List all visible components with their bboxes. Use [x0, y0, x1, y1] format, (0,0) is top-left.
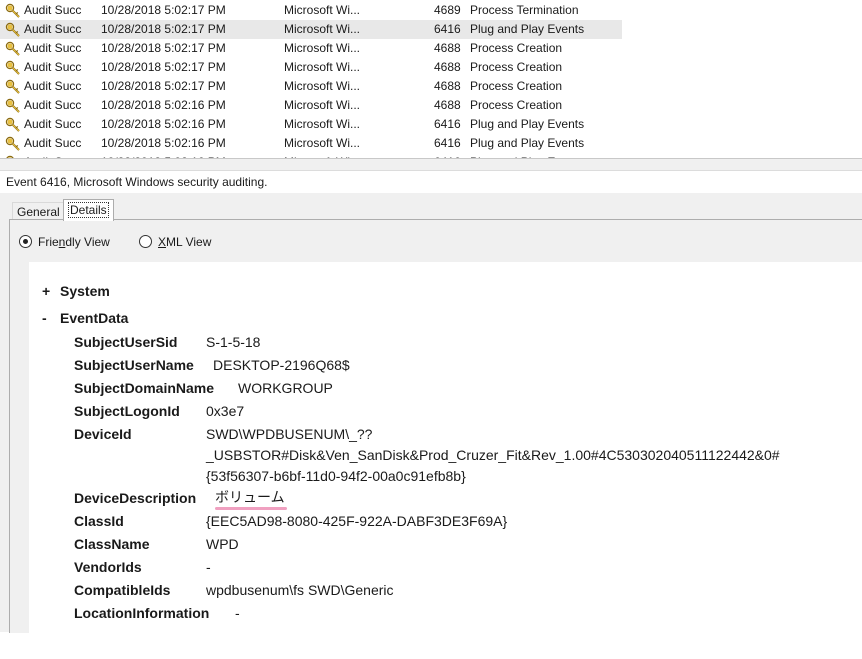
event-id: 4688	[434, 60, 461, 74]
event-task-category: Plug and Play Events	[470, 117, 585, 131]
field-value-subject-domain-name: WORKGROUP	[238, 380, 333, 396]
friendly-view-label: Friendly View	[38, 235, 110, 249]
event-id: 4688	[434, 79, 461, 93]
field-key-device-description: DeviceDescription	[74, 490, 197, 506]
field-value-class-id: {EEC5AD98-8080-425F-922A-DABF3DE3F69A}	[206, 513, 508, 529]
event-id: 6416	[434, 22, 461, 36]
tab-details[interactable]: Details	[63, 199, 114, 221]
event-row[interactable]: Audit Succ 10/28/2018 5:02:17 PM Microsoft…	[0, 58, 622, 77]
event-id: 6416	[434, 136, 461, 150]
tree-node-eventdata[interactable]: - EventData	[42, 310, 128, 326]
field-value-device-description: ボリューム	[215, 489, 285, 505]
event-id: 4689	[434, 3, 461, 17]
event-date: 10/28/2018 5:02:17 PM	[101, 60, 226, 74]
key-icon	[5, 136, 21, 151]
key-icon	[5, 41, 21, 56]
event-keyword: Audit Succ	[24, 22, 82, 36]
event-source: Microsoft Wi...	[284, 60, 361, 74]
event-source: Microsoft Wi...	[284, 22, 361, 36]
tree-node-system[interactable]: + System	[42, 283, 110, 299]
event-row[interactable]: Audit Succ 10/28/2018 5:02:17 PM Microsoft…	[0, 1, 622, 20]
radio-unchecked-icon	[139, 235, 152, 248]
key-icon	[5, 60, 21, 75]
event-id: 6416	[434, 117, 461, 131]
event-keyword: Audit Succ	[24, 60, 82, 74]
expand-toggle[interactable]: +	[42, 283, 60, 299]
key-icon	[5, 98, 21, 113]
field-key-subject-user-name: SubjectUserName	[74, 357, 194, 373]
event-keyword: Audit Succ	[24, 3, 82, 17]
radio-checked-icon	[19, 235, 32, 248]
field-key-subject-logon-id: SubjectLogonId	[74, 403, 180, 419]
field-key-device-id: DeviceId	[74, 426, 132, 442]
event-keyword: Audit Succ	[24, 117, 82, 131]
field-value-compatible-ids: wpdbusenum\fs SWD\Generic	[206, 582, 394, 598]
event-source: Microsoft Wi...	[284, 117, 361, 131]
event-keyword: Audit Succ	[24, 98, 82, 112]
field-value-subject-logon-id: 0x3e7	[206, 403, 245, 419]
device-id-line: {53f56307-b6bf-11d0-94f2-00a0c91efb8b}	[206, 468, 466, 484]
event-row[interactable]: Audit Succ 10/28/2018 5:02:16 PM Microsoft…	[0, 115, 622, 134]
collapse-toggle[interactable]: -	[42, 310, 60, 326]
event-date: 10/28/2018 5:02:16 PM	[101, 98, 226, 112]
event-id: 4688	[434, 98, 461, 112]
key-icon	[5, 117, 21, 132]
event-keyword: Audit Succ	[24, 41, 82, 55]
device-id-line: SWD\WPDBUSENUM\_??	[206, 426, 373, 442]
field-value-subject-user-name: DESKTOP-2196Q68$	[213, 357, 350, 373]
event-row[interactable]: Audit Succ 10/28/2018 5:02:17 PM Microsoft…	[0, 20, 622, 39]
event-source: Microsoft Wi...	[284, 98, 361, 112]
event-keyword: Audit Succ	[24, 136, 82, 150]
event-row[interactable]: Audit Succ 10/28/2018 5:02:16 PM Microsoft…	[0, 96, 622, 115]
event-date: 10/28/2018 5:02:17 PM	[101, 41, 226, 55]
field-key-subject-user-sid: SubjectUserSid	[74, 334, 178, 350]
key-icon	[5, 22, 21, 37]
tab-general-label: General	[17, 205, 60, 219]
details-tab-body: Friendly View XML View + System - EventDat…	[9, 219, 862, 659]
event-task-category: Plug and Play Events	[470, 136, 585, 150]
event-task-category: Process Creation	[470, 79, 563, 93]
event-details-title: Event 6416, Microsoft Windows security a…	[6, 175, 268, 189]
field-key-subject-domain-name: SubjectDomainName	[74, 380, 215, 396]
event-task-category: Process Creation	[470, 98, 563, 112]
details-tabs-area: General Details Friendly View XML View +…	[0, 193, 862, 659]
tab-details-label: Details	[68, 202, 109, 218]
field-key-class-id: ClassId	[74, 513, 124, 529]
event-task-category: Process Creation	[470, 60, 563, 74]
event-source: Microsoft Wi...	[284, 79, 361, 93]
event-source: Microsoft Wi...	[284, 3, 361, 17]
field-value-class-name: WPD	[206, 536, 239, 552]
event-source: Microsoft Wi...	[284, 136, 361, 150]
field-key-class-name: ClassName	[74, 536, 150, 552]
field-value-device-id: SWD\WPDBUSENUM\_?? _USBSTOR#Disk&Ven_San…	[206, 424, 780, 487]
event-row[interactable]: Audit Succ 10/28/2018 5:02:17 PM Microsoft…	[0, 39, 622, 58]
event-date: 10/28/2018 5:02:17 PM	[101, 79, 226, 93]
event-keyword: Audit Succ	[24, 79, 82, 93]
event-task-category: Process Creation	[470, 41, 563, 55]
field-key-vendor-ids: VendorIds	[74, 559, 142, 575]
event-row[interactable]: Audit Succ 10/28/2018 5:02:17 PM Microsoft…	[0, 77, 622, 96]
event-list[interactable]: Audit Succ 10/28/2018 5:02:17 PM Microsoft…	[0, 0, 862, 158]
event-id: 4688	[434, 41, 461, 55]
spellcheck-underline	[215, 507, 287, 510]
event-details-title-bar: Event 6416, Microsoft Windows security a…	[0, 170, 862, 194]
xml-view-label: XML View	[158, 235, 212, 249]
field-value-location-information: -	[235, 605, 240, 621]
device-id-line: _USBSTOR#Disk&Ven_SanDisk&Prod_Cruzer_Fi…	[206, 447, 780, 463]
event-date: 10/28/2018 5:02:16 PM	[101, 136, 226, 150]
field-key-location-information: LocationInformation	[74, 605, 210, 621]
event-task-category: Process Termination	[470, 3, 579, 17]
event-source: Microsoft Wi...	[284, 41, 361, 55]
friendly-view-content: + System - EventData SubjectUserSid S-1-5-…	[29, 262, 862, 659]
event-row[interactable]: Audit Succ 10/28/2018 5:02:16 PM Microsoft…	[0, 134, 622, 153]
key-icon	[5, 3, 21, 18]
event-date: 10/28/2018 5:02:17 PM	[101, 22, 226, 36]
field-value-vendor-ids: -	[206, 559, 211, 575]
event-task-category: Plug and Play Events	[470, 22, 585, 36]
field-key-compatible-ids: CompatibleIds	[74, 582, 171, 598]
field-value-subject-user-sid: S-1-5-18	[206, 334, 261, 350]
event-date: 10/28/2018 5:02:16 PM	[101, 117, 226, 131]
event-date: 10/28/2018 5:02:17 PM	[101, 3, 226, 17]
key-icon	[5, 79, 21, 94]
